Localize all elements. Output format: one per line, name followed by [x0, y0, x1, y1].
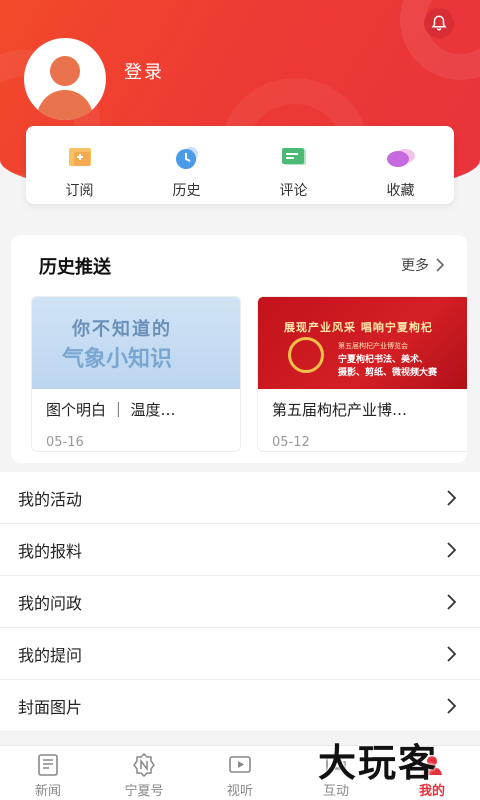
- clock-icon: [175, 147, 198, 169]
- chevron-right-icon: [436, 258, 445, 272]
- quick-action-label: 评论: [279, 183, 308, 199]
- tab-label: 新闻: [34, 784, 61, 799]
- avatar-head-shape: [50, 56, 80, 86]
- watermark: 大玩客: [318, 741, 439, 785]
- menu-item-label: 我的活动: [18, 489, 83, 509]
- menu-item-cover-image[interactable]: 封面图片: [0, 680, 480, 732]
- menu-item-inquiries[interactable]: 我的问政: [0, 576, 480, 628]
- chevron-right-icon: [447, 541, 457, 558]
- menu-item-label: 我的报料: [18, 541, 83, 561]
- news-icon: [38, 754, 58, 776]
- chevron-right-icon: [447, 697, 457, 714]
- gold-ring-graphic: [288, 337, 324, 373]
- quick-action-subscribe[interactable]: 订阅: [26, 126, 133, 204]
- quick-action-comment[interactable]: 评论: [240, 126, 347, 204]
- history-news-item[interactable]: 展现产业风采 唱响宁夏枸杞 第五届枸杞产业博览会 宁夏枸杞书法、美术、 摄影、剪…: [257, 296, 467, 452]
- tab-news[interactable]: 新闻: [0, 746, 96, 800]
- chevron-right-icon: [447, 489, 457, 506]
- menu-item-label: 我的问政: [18, 593, 83, 613]
- comment-icon: [281, 148, 306, 165]
- subscribe-icon: [68, 148, 91, 166]
- tab-label: 宁夏号: [124, 784, 164, 799]
- more-link[interactable]: 更多: [401, 255, 445, 275]
- history-push-card: 历史推送 更多 你不知道的 气象小知识 图个明白 ｜ 温度… 05-16 展现产…: [11, 235, 467, 463]
- news-title: 第五届枸杞产业博…: [272, 401, 408, 419]
- ningxia-icon: [133, 752, 155, 778]
- thumbnail-text: 第五届枸杞产业博览会: [338, 342, 408, 350]
- thumbnail-text: 摄影、剪纸、微视频大赛: [338, 368, 438, 378]
- tab-ningxia[interactable]: 宁夏号: [96, 746, 192, 800]
- more-label: 更多: [401, 258, 429, 274]
- profile-menu-list: 我的活动 我的报料 我的问政 我的提问 封面图片: [0, 472, 480, 732]
- quick-action-label: 历史: [172, 183, 201, 199]
- video-icon: [229, 756, 251, 773]
- tab-label: 视听: [226, 784, 253, 799]
- tab-video[interactable]: 视听: [192, 746, 288, 800]
- news-date: 05-16: [46, 435, 84, 450]
- favorite-icon: [386, 149, 415, 167]
- history-title: 历史推送: [39, 257, 111, 278]
- quick-actions-card: 订阅 历史 评论 收藏: [26, 126, 454, 204]
- menu-item-label: 我的提问: [18, 645, 83, 665]
- login-link[interactable]: 登录: [124, 58, 164, 84]
- news-thumbnail: 展现产业风采 唱响宁夏枸杞 第五届枸杞产业博览会 宁夏枸杞书法、美术、 摄影、剪…: [258, 297, 467, 389]
- news-date: 05-12: [272, 435, 310, 450]
- quick-action-history[interactable]: 历史: [133, 126, 240, 204]
- menu-item-questions[interactable]: 我的提问: [0, 628, 480, 680]
- history-news-item[interactable]: 你不知道的 气象小知识 图个明白 ｜ 温度… 05-16: [31, 296, 241, 452]
- quick-action-label: 订阅: [65, 183, 94, 199]
- bell-icon: [431, 15, 447, 31]
- menu-item-label: 封面图片: [18, 697, 83, 717]
- thumbnail-text: 你不知道的: [72, 319, 172, 340]
- menu-item-activities[interactable]: 我的活动: [0, 472, 480, 524]
- avatar-body-shape: [37, 90, 93, 120]
- news-thumbnail: 你不知道的 气象小知识: [32, 297, 240, 389]
- avatar[interactable]: [24, 38, 106, 120]
- quick-action-favorite[interactable]: 收藏: [347, 126, 454, 204]
- thumbnail-text: 宁夏枸杞书法、美术、: [338, 355, 429, 365]
- menu-item-reports[interactable]: 我的报料: [0, 524, 480, 576]
- news-title: 图个明白 ｜ 温度…: [46, 401, 176, 419]
- thumbnail-text: 气象小知识: [62, 347, 173, 372]
- notification-button[interactable]: [424, 8, 454, 38]
- chevron-right-icon: [447, 645, 457, 662]
- thumbnail-text: 展现产业风采 唱响宁夏枸杞: [284, 321, 433, 334]
- chevron-right-icon: [447, 593, 457, 610]
- quick-action-label: 收藏: [386, 183, 415, 199]
